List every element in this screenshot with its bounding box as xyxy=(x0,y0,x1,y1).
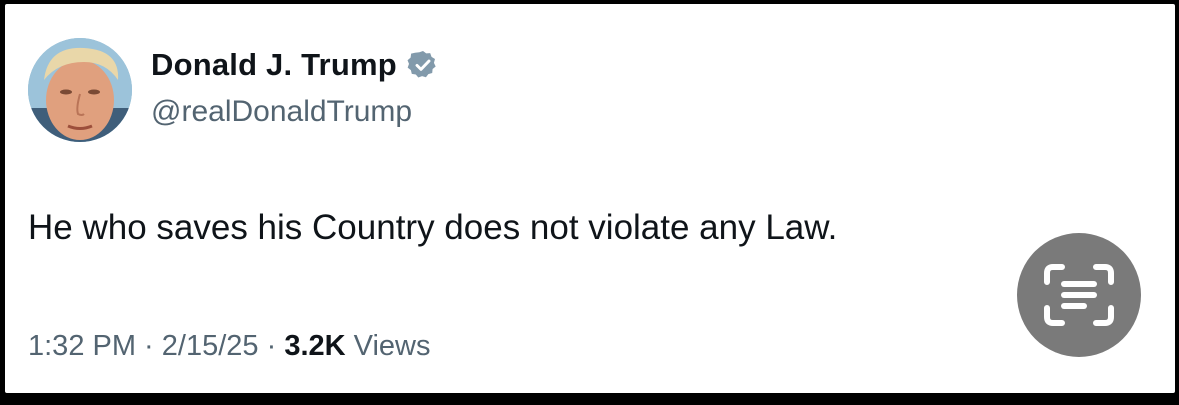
verified-badge-icon xyxy=(407,49,439,81)
author-display-name[interactable]: Donald J. Trump xyxy=(151,47,397,83)
tweet-date[interactable]: 2/15/25 xyxy=(162,330,259,362)
tweet-card[interactable]: Donald J. Trump @realDonaldTrump He who … xyxy=(5,4,1175,393)
meta-separator: · xyxy=(258,330,285,362)
tweet-meta: 1:32 PM · 2/15/25 · 3.2K Views xyxy=(28,330,431,363)
live-text-scan-icon xyxy=(1044,264,1114,326)
avatar[interactable] xyxy=(28,38,132,142)
live-text-scan-button[interactable] xyxy=(1017,233,1141,357)
views-label: Views xyxy=(353,330,431,362)
tweet-text: He who saves his Country does not violat… xyxy=(28,208,838,247)
tweet-time[interactable]: 1:32 PM xyxy=(28,330,136,362)
profile-photo xyxy=(28,38,132,142)
meta-separator: · xyxy=(136,330,162,362)
author-handle[interactable]: @realDonaldTrump xyxy=(151,95,412,129)
views-count: 3.2K xyxy=(284,330,346,362)
author-name-row: Donald J. Trump xyxy=(151,47,439,83)
